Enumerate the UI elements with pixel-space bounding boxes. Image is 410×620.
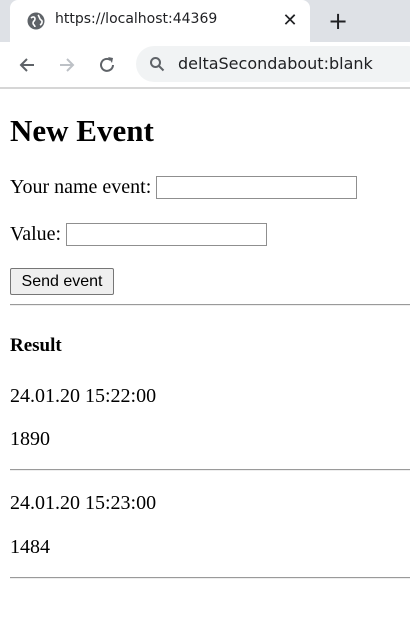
send-event-button[interactable]: Send event: [10, 268, 114, 295]
address-bar[interactable]: deltaSecondabout:blank: [136, 46, 410, 82]
tab-strip: https://localhost:44369 ✕ +: [0, 0, 410, 42]
page-content: New Event Your name event: Value: Send e…: [0, 89, 410, 620]
new-tab-icon[interactable]: +: [326, 7, 350, 35]
name-label: Your name event:: [10, 176, 152, 198]
name-field-row: Your name event:: [10, 175, 358, 199]
value-field-row: Value:: [10, 222, 268, 246]
reload-icon[interactable]: [95, 53, 119, 77]
result-heading: Result: [10, 335, 62, 356]
result-timestamp: 24.01.20 15:23:00: [10, 492, 157, 514]
divider: [10, 469, 410, 471]
browser-toolbar: deltaSecondabout:blank: [0, 42, 410, 87]
result-value: 1890: [10, 428, 50, 450]
divider: [10, 304, 410, 306]
back-arrow-icon[interactable]: [15, 53, 39, 77]
result-timestamp: 24.01.20 15:22:00: [10, 385, 157, 407]
event-name-input[interactable]: [156, 175, 358, 199]
result-value: 1484: [10, 536, 50, 558]
page-title: New Event: [10, 113, 154, 148]
forward-arrow-icon[interactable]: [55, 53, 79, 77]
address-text: deltaSecondabout:blank: [178, 54, 373, 73]
globe-icon: [27, 12, 45, 30]
close-tab-icon[interactable]: ✕: [280, 10, 300, 31]
search-icon: [150, 57, 165, 72]
value-label: Value:: [10, 223, 62, 245]
browser-tab[interactable]: https://localhost:44369 ✕: [10, 0, 310, 42]
tab-title: https://localhost:44369: [55, 11, 218, 27]
divider: [10, 577, 410, 579]
value-input[interactable]: [66, 222, 268, 246]
